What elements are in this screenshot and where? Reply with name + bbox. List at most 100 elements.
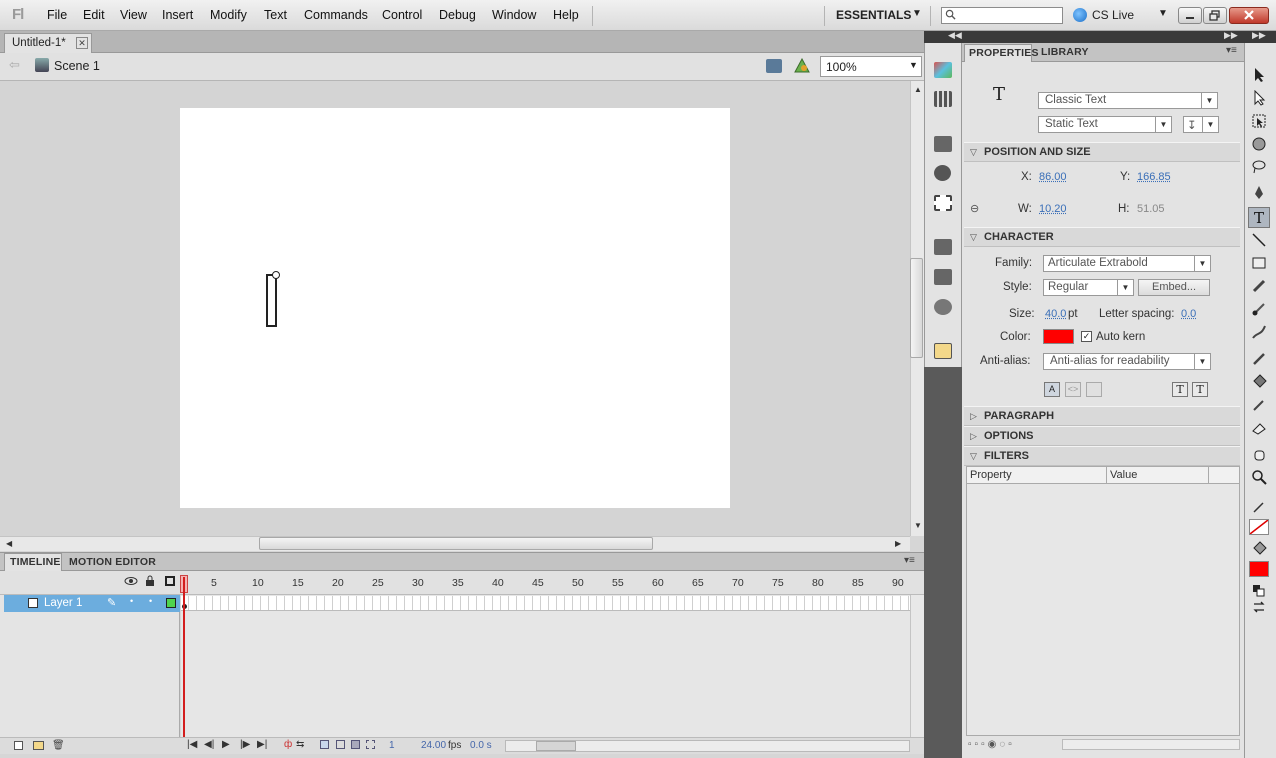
document-tab[interactable]: Untitled-1* ✕ — [4, 33, 92, 53]
stroke-color-pencil-icon[interactable] — [1251, 499, 1267, 515]
color-icon[interactable] — [934, 62, 952, 78]
back-arrow-icon[interactable]: ⇦ — [9, 57, 20, 73]
info-icon[interactable] — [934, 165, 951, 181]
menu-edit[interactable]: Edit — [83, 8, 105, 22]
align-icon[interactable] — [934, 136, 952, 152]
collapse-icon[interactable]: ◀◀ — [948, 30, 962, 41]
filters-table[interactable] — [966, 466, 1240, 736]
fill-color-bucket-icon[interactable] — [1251, 541, 1267, 557]
close-window-button[interactable] — [1229, 7, 1269, 24]
layer-row[interactable]: Layer 1 ✎ • • — [4, 595, 180, 612]
timeline-horizontal-scroll-thumb[interactable] — [536, 741, 576, 751]
filters-horizontal-scrollbar[interactable] — [1062, 739, 1240, 750]
embed-button[interactable]: Embed... — [1138, 279, 1210, 296]
project-icon[interactable] — [934, 343, 952, 359]
3d-rotation-tool-icon[interactable] — [1251, 136, 1267, 152]
timeline-horizontal-scrollbar[interactable] — [505, 740, 910, 752]
eye-icon[interactable] — [124, 576, 138, 586]
chevron-down-icon[interactable]: ▼ — [1158, 8, 1168, 19]
scroll-down-icon[interactable]: ▼ — [914, 521, 922, 530]
actions-icon[interactable] — [934, 239, 952, 255]
stage-vertical-scroll-thumb[interactable] — [910, 258, 923, 358]
lock-icon[interactable] — [145, 575, 155, 587]
menu-insert[interactable]: Insert — [162, 8, 193, 22]
tab-timeline[interactable]: TIMELINE — [4, 553, 62, 571]
menu-control[interactable]: Control — [382, 8, 422, 22]
onion-skin-icon[interactable] — [320, 740, 329, 749]
menu-file[interactable]: File — [47, 8, 67, 22]
chevron-down-icon[interactable]: ▼ — [912, 8, 922, 19]
tab-library[interactable]: LIBRARY — [1041, 46, 1089, 58]
edit-multiple-frames-icon[interactable] — [351, 740, 360, 749]
line-tool-icon[interactable] — [1251, 232, 1267, 248]
menu-modify[interactable]: Modify — [210, 8, 247, 22]
current-frame[interactable]: 1 — [389, 740, 395, 751]
first-frame-icon[interactable]: |◀ — [187, 739, 197, 750]
selection-tool-icon[interactable] — [1251, 67, 1267, 83]
onion-outline-icon[interactable] — [336, 740, 345, 749]
visibility-dot[interactable]: • — [130, 596, 133, 606]
text-type-select[interactable]: Static Text ▼ — [1038, 116, 1172, 133]
layer-frames[interactable] — [181, 596, 910, 611]
restore-button[interactable] — [1203, 7, 1227, 24]
timeline-frames[interactable] — [181, 595, 910, 737]
step-forward-icon[interactable]: |▶ — [240, 739, 250, 750]
components-icon[interactable] — [934, 269, 952, 285]
panel-menu-icon[interactable]: ▾≡ — [904, 555, 915, 566]
anti-alias-select[interactable]: Anti-alias for readability ▼ — [1043, 353, 1211, 370]
free-transform-tool-icon[interactable] — [1251, 113, 1267, 129]
edit-symbols-icon[interactable] — [794, 58, 810, 74]
pencil-icon[interactable]: ✎ — [107, 596, 116, 609]
text-orientation-select[interactable]: ↧ ▼ — [1183, 116, 1219, 133]
panel-menu-icon[interactable]: ▾≡ — [1226, 45, 1237, 56]
layer-outline-color[interactable] — [166, 598, 176, 608]
brush-tool-icon[interactable] — [1251, 301, 1267, 317]
link-constrain-icon[interactable]: ⊖ — [970, 202, 979, 215]
eyedropper-tool-icon[interactable] — [1251, 397, 1267, 413]
zoom-select[interactable]: 100% ▼ — [820, 56, 922, 77]
timeline-vertical-scrollbar[interactable] — [910, 595, 924, 737]
new-layer-icon[interactable] — [14, 741, 23, 750]
scroll-up-icon[interactable]: ▲ — [914, 85, 922, 94]
filters-header[interactable]: ▽ FILTERS — [964, 446, 1240, 466]
menu-help[interactable]: Help — [553, 8, 579, 22]
character-header[interactable]: ▽ CHARACTER — [964, 227, 1240, 247]
onion-markers-icon[interactable] — [366, 740, 375, 749]
tab-properties[interactable]: PROPERTIES — [964, 44, 1038, 62]
close-icon[interactable]: ✕ — [76, 37, 88, 49]
bone-tool-icon[interactable] — [1251, 351, 1267, 367]
tab-motion-editor[interactable]: MOTION EDITOR — [69, 556, 156, 568]
show-border-icon[interactable] — [1086, 382, 1102, 397]
frame-rate[interactable]: 24.00 — [421, 740, 446, 751]
transform-icon[interactable] — [934, 195, 952, 211]
swap-colors-icon[interactable] — [1251, 599, 1267, 615]
swatches-icon[interactable] — [934, 91, 952, 107]
pen-tool-icon[interactable] — [1251, 185, 1267, 201]
play-icon[interactable]: ▶ — [222, 739, 230, 750]
pencil-tool-icon[interactable] — [1251, 278, 1267, 294]
edit-scene-icon[interactable] — [766, 59, 782, 73]
scroll-right-icon[interactable]: ▶ — [895, 539, 901, 548]
y-value[interactable]: 166.85 — [1137, 171, 1171, 183]
stage[interactable] — [180, 108, 730, 508]
cs-live-label[interactable]: CS Live — [1092, 8, 1134, 22]
filter-actions-icons[interactable]: ▫▫▫◉◌▫ — [968, 739, 1068, 751]
subscript-icon[interactable]: T — [1192, 382, 1208, 397]
default-colors-icon[interactable] — [1251, 583, 1267, 599]
deco-tool-icon[interactable] — [1251, 324, 1267, 340]
lock-dot[interactable]: • — [149, 596, 152, 606]
text-color-swatch[interactable] — [1043, 329, 1074, 344]
font-size-value[interactable]: 40.0 — [1045, 308, 1066, 320]
font-style-select[interactable]: Regular ▼ — [1043, 279, 1134, 296]
last-frame-icon[interactable]: ▶| — [257, 739, 267, 750]
lasso-tool-icon[interactable] — [1251, 159, 1267, 175]
subselection-tool-icon[interactable] — [1251, 90, 1267, 106]
step-back-icon[interactable]: ◀| — [204, 739, 214, 750]
superscript-icon[interactable]: T — [1172, 382, 1188, 397]
stroke-color-swatch[interactable] — [1249, 519, 1269, 535]
menu-window[interactable]: Window — [492, 8, 536, 22]
menu-debug[interactable]: Debug — [439, 8, 476, 22]
menu-commands[interactable]: Commands — [304, 8, 368, 22]
text-resize-handle[interactable] — [272, 271, 280, 279]
chevron-down-icon[interactable]: ▼ — [909, 60, 918, 70]
